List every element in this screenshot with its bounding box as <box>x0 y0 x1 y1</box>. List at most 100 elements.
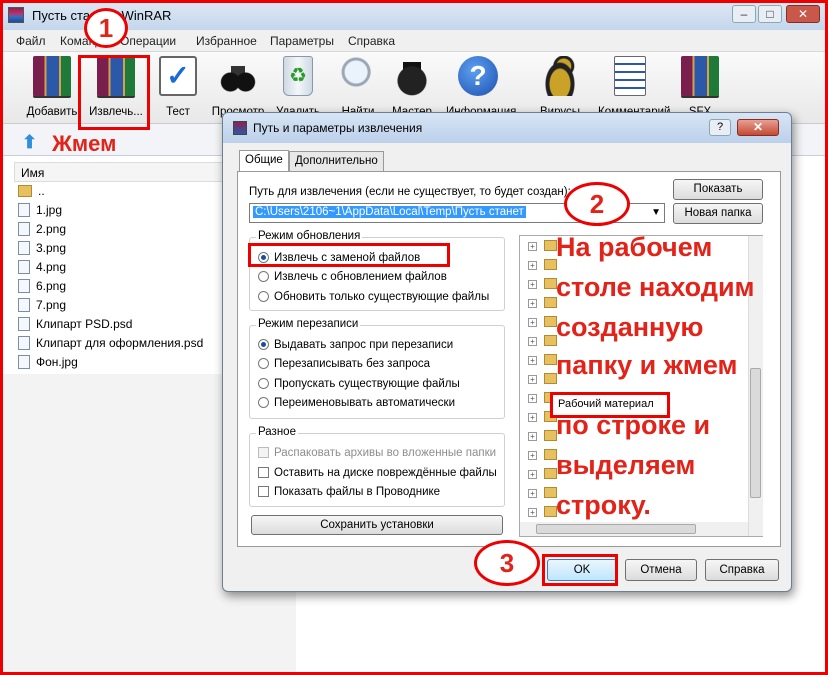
tree-node[interactable]: + <box>528 430 557 441</box>
group-title: Разное <box>256 426 298 438</box>
radio-overwrite-silently[interactable]: Перезаписывать без запроса <box>258 358 430 370</box>
tree-node[interactable]: + <box>528 506 557 517</box>
expand-icon[interactable]: + <box>528 375 537 384</box>
instruction-line-4: папку и жмем <box>556 350 738 380</box>
tree-node[interactable]: + <box>528 487 557 498</box>
tree-scroll-thumb[interactable] <box>750 368 761 498</box>
dialog-icon <box>233 121 247 135</box>
file-icon <box>18 222 30 236</box>
new-folder-button[interactable]: Новая папка <box>673 203 763 224</box>
ok-highlight-box <box>542 554 618 586</box>
minimize-button[interactable]: – <box>732 5 756 23</box>
expand-icon[interactable]: + <box>528 242 537 251</box>
path-value: C:\Users\2106~1\AppData\Local\Temp\Пусть… <box>253 206 526 218</box>
radio-icon <box>258 291 269 302</box>
expand-icon[interactable]: + <box>528 432 537 441</box>
list-item[interactable]: 6.png <box>18 279 66 298</box>
toolbar-info-button[interactable]: ? Информация <box>446 54 516 118</box>
toolbar-wizard-button[interactable]: Мастер <box>380 54 444 118</box>
tree-node[interactable]: + <box>528 316 557 327</box>
expand-icon[interactable]: + <box>528 470 537 479</box>
expand-icon[interactable]: + <box>528 356 537 365</box>
menu-options[interactable]: Параметры <box>270 34 334 48</box>
expand-icon[interactable]: + <box>528 451 537 460</box>
toolbar-view-button[interactable]: Просмотр <box>206 54 270 118</box>
instruction-line-3: созданную <box>556 312 704 342</box>
chevron-down-icon[interactable]: ▼ <box>651 207 661 218</box>
cancel-button[interactable]: Отмена <box>625 559 697 581</box>
expand-icon[interactable]: + <box>528 508 537 517</box>
trash-icon: ♻ <box>283 56 313 96</box>
winrar-app-icon <box>8 7 24 23</box>
list-item[interactable]: 2.png <box>18 222 66 241</box>
virus-icon <box>541 56 579 96</box>
radio-refresh-existing[interactable]: Обновить только существующие файлы <box>258 291 489 303</box>
close-button[interactable]: ✕ <box>786 5 820 23</box>
dialog-help-button[interactable]: ? <box>709 119 731 136</box>
tree-node[interactable]: + <box>528 259 557 270</box>
expand-icon[interactable]: + <box>528 337 537 346</box>
tree-node[interactable]: + <box>528 449 557 460</box>
tab-advanced[interactable]: Дополнительно <box>289 151 384 171</box>
tree-node[interactable]: + <box>528 278 557 289</box>
sfx-icon <box>681 56 719 96</box>
menu-operations[interactable]: Операции <box>120 34 176 48</box>
radio-icon <box>258 378 269 389</box>
up-arrow-icon[interactable]: ⬆ <box>22 132 37 153</box>
tree-node[interactable]: + <box>528 373 557 384</box>
dialog-title-bar: Путь и параметры извлечения ? ✕ <box>223 113 791 143</box>
list-item[interactable]: .. <box>18 184 45 203</box>
file-icon <box>18 336 30 350</box>
help-button[interactable]: Справка <box>705 559 779 581</box>
list-item[interactable]: 7.png <box>18 298 66 317</box>
expand-icon[interactable]: + <box>528 299 537 308</box>
file-icon <box>18 260 30 274</box>
expand-icon[interactable]: + <box>528 261 537 270</box>
dialog-title: Путь и параметры извлечения <box>253 121 423 135</box>
tree-node[interactable]: + <box>528 354 557 365</box>
dialog-close-button[interactable]: ✕ <box>737 119 779 136</box>
selected-folder-row[interactable]: Рабочий материал <box>550 392 670 418</box>
toolbar-virus-button[interactable]: Вирусы <box>528 54 592 118</box>
checkbox-keep-broken[interactable]: Оставить на диске повреждённые файлы <box>258 467 497 479</box>
maximize-button[interactable]: □ <box>758 5 782 23</box>
radio-ask-overwrite[interactable]: Выдавать запрос при перезаписи <box>258 339 453 351</box>
tree-node[interactable]: + <box>528 468 557 479</box>
expand-icon[interactable]: + <box>528 394 537 403</box>
checkbox-show-in-explorer[interactable]: Показать файлы в Проводнике <box>258 486 440 498</box>
checkbox-icon <box>258 467 269 478</box>
tree-node[interactable]: + <box>528 240 557 251</box>
step3-marker: 3 <box>474 540 540 586</box>
radio-rename-auto[interactable]: Переименовывать автоматически <box>258 397 455 409</box>
radio-icon <box>258 358 269 369</box>
list-item[interactable]: Фон.jpg <box>18 355 78 374</box>
expand-icon[interactable]: + <box>528 489 537 498</box>
menu-favorites[interactable]: Избранное <box>196 34 257 48</box>
menu-file[interactable]: Файл <box>16 34 46 48</box>
toolbar-delete-button[interactable]: ♻ Удалить <box>266 54 330 118</box>
radio-update-files[interactable]: Извлечь с обновлением файлов <box>258 271 447 283</box>
list-item[interactable]: 4.png <box>18 260 66 279</box>
save-settings-button[interactable]: Сохранить установки <box>251 515 503 535</box>
comment-icon <box>614 56 646 96</box>
tab-general[interactable]: Общие <box>239 150 289 172</box>
radio-skip-existing[interactable]: Пропускать существующие файлы <box>258 378 460 390</box>
expand-icon[interactable]: + <box>528 413 537 422</box>
list-item[interactable]: 1.jpg <box>18 203 62 222</box>
toolbar-test-button[interactable]: ✓ Тест <box>146 54 210 118</box>
toolbar-add-button[interactable]: Добавить <box>20 54 84 118</box>
toolbar-sfx-button[interactable]: SFX <box>668 54 732 118</box>
expand-icon[interactable]: + <box>528 280 537 289</box>
show-button[interactable]: Показать <box>673 179 763 200</box>
tree-hscroll-thumb[interactable] <box>536 524 696 534</box>
list-item[interactable]: Клипарт PSD.psd <box>18 317 132 336</box>
expand-icon[interactable]: + <box>528 318 537 327</box>
tree-node[interactable]: + <box>528 335 557 346</box>
file-icon <box>18 241 30 255</box>
menu-help[interactable]: Справка <box>348 34 395 48</box>
tree-node[interactable]: + <box>528 297 557 308</box>
list-item[interactable]: Клипарт для оформления.psd <box>18 336 203 355</box>
toolbar-comment-button[interactable]: Комментарий <box>598 54 670 118</box>
list-item[interactable]: 3.png <box>18 241 66 260</box>
column-header-label: Имя <box>21 166 45 180</box>
